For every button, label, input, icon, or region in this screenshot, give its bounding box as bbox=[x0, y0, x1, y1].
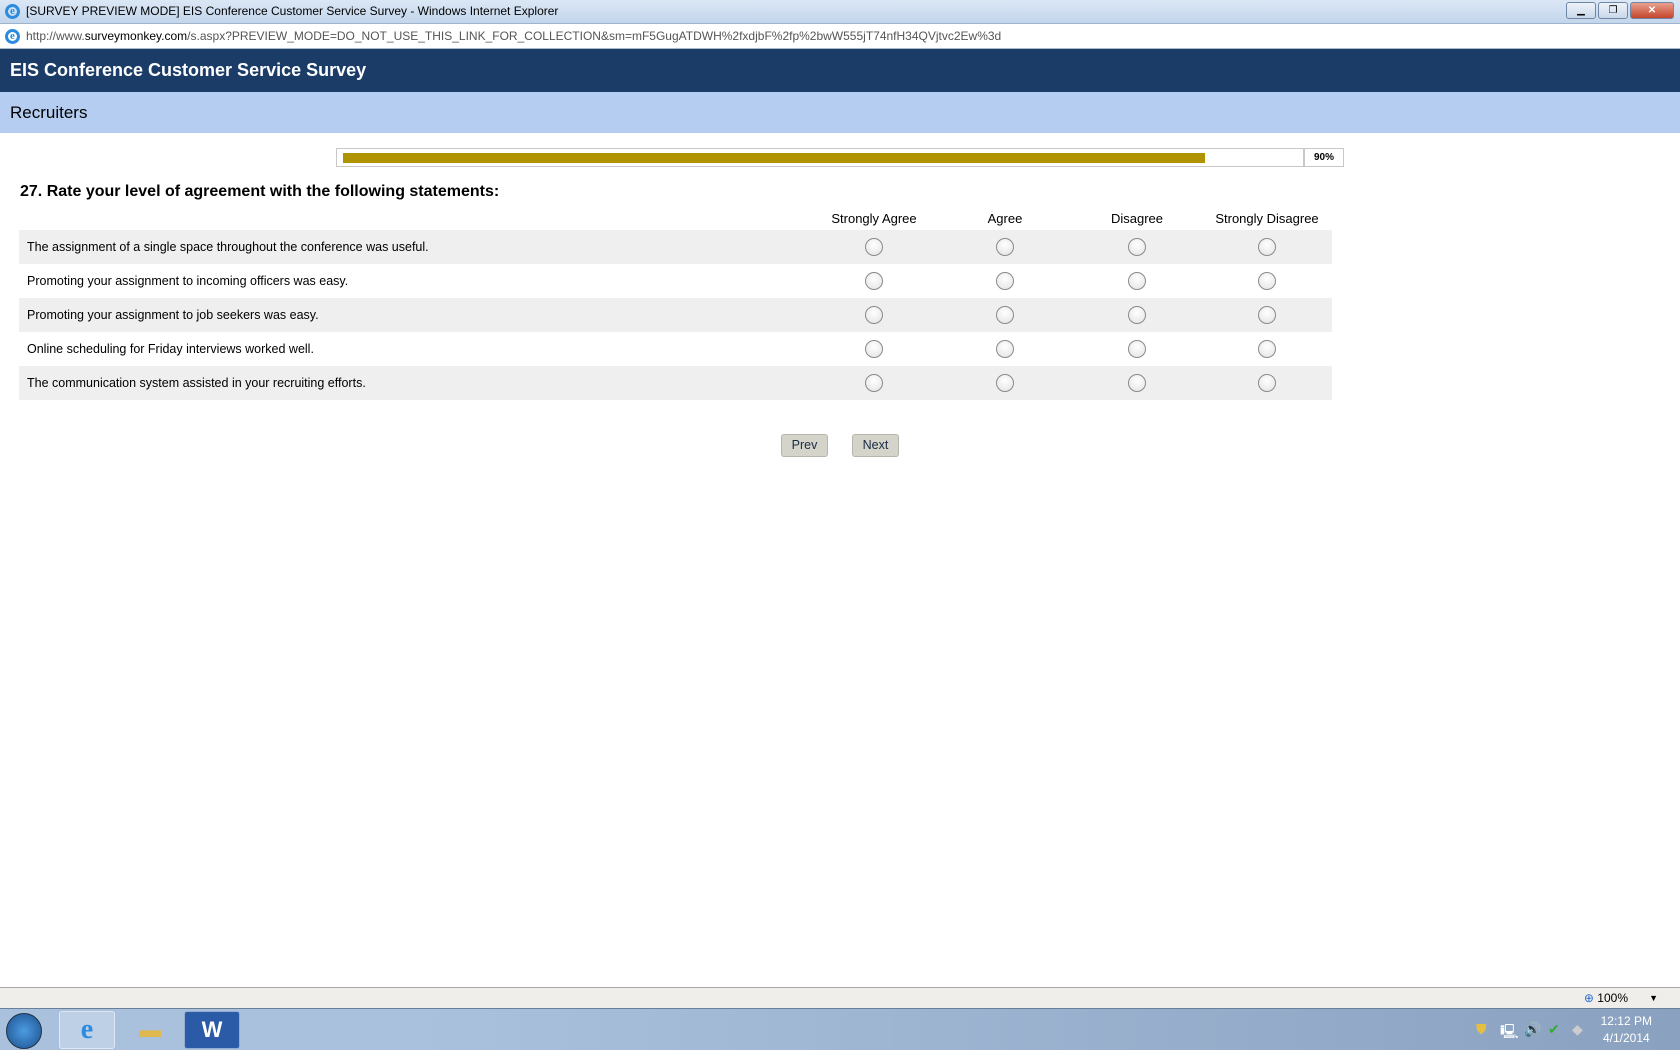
question-title: 27. Rate your level of agreement with th… bbox=[20, 183, 500, 200]
progress-bar: 90% bbox=[336, 148, 1344, 167]
radio-strongly-disagree[interactable] bbox=[1258, 374, 1276, 392]
progress-label: 90% bbox=[1303, 149, 1343, 166]
security-icon[interactable]: ⛊ bbox=[1476, 1021, 1487, 1038]
radio-agree[interactable] bbox=[996, 272, 1014, 290]
radio-strongly-agree[interactable] bbox=[865, 238, 883, 256]
taskbar-word[interactable]: W bbox=[184, 1011, 240, 1049]
radio-disagree[interactable] bbox=[1128, 306, 1146, 324]
matrix-row: Online scheduling for Friday interviews … bbox=[19, 332, 1332, 366]
radio-strongly-disagree[interactable] bbox=[1258, 238, 1276, 256]
row-statement: The assignment of a single space through… bbox=[27, 240, 429, 254]
status-bar: ⊕ 100% ▼ bbox=[0, 987, 1680, 1008]
row-statement: Online scheduling for Friday interviews … bbox=[27, 342, 314, 356]
taskbar: e ▬ W ⛊ 🖳 🔊 ✔ ◆ 12:12 PM 4/1/2014 bbox=[0, 1008, 1680, 1050]
radio-agree[interactable] bbox=[996, 306, 1014, 324]
radio-disagree[interactable] bbox=[1128, 238, 1146, 256]
zoom-dropdown-icon[interactable]: ▼ bbox=[1649, 988, 1658, 1008]
clock-time: 12:12 PM bbox=[1600, 1014, 1652, 1028]
minimize-button[interactable]: ▁ bbox=[1566, 2, 1596, 19]
matrix-row: The communication system assisted in you… bbox=[19, 366, 1332, 400]
matrix-row: The assignment of a single space through… bbox=[19, 230, 1332, 264]
column-header: Strongly Agree bbox=[831, 211, 917, 226]
url-path: /s.aspx?PREVIEW_MODE=DO_NOT_USE_THIS_LIN… bbox=[187, 29, 1002, 43]
radio-strongly-disagree[interactable] bbox=[1258, 306, 1276, 324]
radio-strongly-agree[interactable] bbox=[865, 340, 883, 358]
url-domain: surveymonkey.com bbox=[84, 29, 188, 43]
radio-agree[interactable] bbox=[996, 340, 1014, 358]
page-icon: e bbox=[5, 29, 20, 44]
zoom-level: 100% bbox=[1597, 991, 1628, 1005]
power-icon[interactable]: ✔ bbox=[1548, 1021, 1560, 1038]
taskbar-ie[interactable]: e bbox=[59, 1011, 115, 1049]
taskbar-explorer[interactable]: ▬ bbox=[122, 1011, 178, 1049]
row-statement: Promoting your assignment to incoming of… bbox=[27, 274, 349, 288]
window-titlebar: e [SURVEY PREVIEW MODE] EIS Conference C… bbox=[0, 0, 1680, 24]
radio-agree[interactable] bbox=[996, 374, 1014, 392]
radio-strongly-agree[interactable] bbox=[865, 374, 883, 392]
clock[interactable]: 12:12 PM 4/1/2014 bbox=[1601, 1013, 1652, 1047]
volume-icon[interactable]: 🔊 bbox=[1524, 1021, 1541, 1038]
ie-icon: e bbox=[5, 4, 20, 19]
radio-agree[interactable] bbox=[996, 238, 1014, 256]
radio-strongly-agree[interactable] bbox=[865, 272, 883, 290]
radio-disagree[interactable] bbox=[1128, 272, 1146, 290]
prev-button[interactable]: Prev bbox=[781, 434, 828, 457]
network-icon[interactable]: 🖳 bbox=[1500, 1021, 1519, 1045]
radio-disagree[interactable] bbox=[1128, 340, 1146, 358]
column-header: Agree bbox=[987, 211, 1023, 226]
address-bar[interactable]: e http://www.surveymonkey.com/s.aspx?PRE… bbox=[0, 24, 1680, 49]
row-statement: The communication system assisted in you… bbox=[27, 376, 366, 390]
matrix-row: Promoting your assignment to incoming of… bbox=[19, 264, 1332, 298]
radio-disagree[interactable] bbox=[1128, 374, 1146, 392]
tray-icon[interactable]: ◆ bbox=[1572, 1021, 1583, 1038]
row-statement: Promoting your assignment to job seekers… bbox=[27, 308, 319, 322]
clock-date: 4/1/2014 bbox=[1602, 1031, 1650, 1045]
radio-strongly-disagree[interactable] bbox=[1258, 340, 1276, 358]
restore-button[interactable]: ❐ bbox=[1598, 2, 1628, 19]
progress-fill bbox=[343, 153, 1206, 163]
start-button[interactable] bbox=[6, 1013, 42, 1049]
radio-strongly-disagree[interactable] bbox=[1258, 272, 1276, 290]
column-header: Disagree bbox=[1110, 211, 1164, 226]
page-title: Recruiters bbox=[0, 92, 1680, 133]
survey-title: EIS Conference Customer Service Survey bbox=[0, 49, 1680, 92]
close-button[interactable]: ✕ bbox=[1630, 2, 1674, 19]
url-prefix: http://www. bbox=[26, 29, 85, 43]
radio-strongly-agree[interactable] bbox=[865, 306, 883, 324]
next-button[interactable]: Next bbox=[852, 434, 899, 457]
matrix-row: Promoting your assignment to job seekers… bbox=[19, 298, 1332, 332]
zoom-icon: ⊕ bbox=[1583, 991, 1594, 1005]
zoom-control[interactable]: ⊕ 100% bbox=[1584, 988, 1628, 1008]
column-header: Strongly Disagree bbox=[1215, 211, 1319, 226]
window-title: [SURVEY PREVIEW MODE] EIS Conference Cus… bbox=[26, 4, 559, 18]
